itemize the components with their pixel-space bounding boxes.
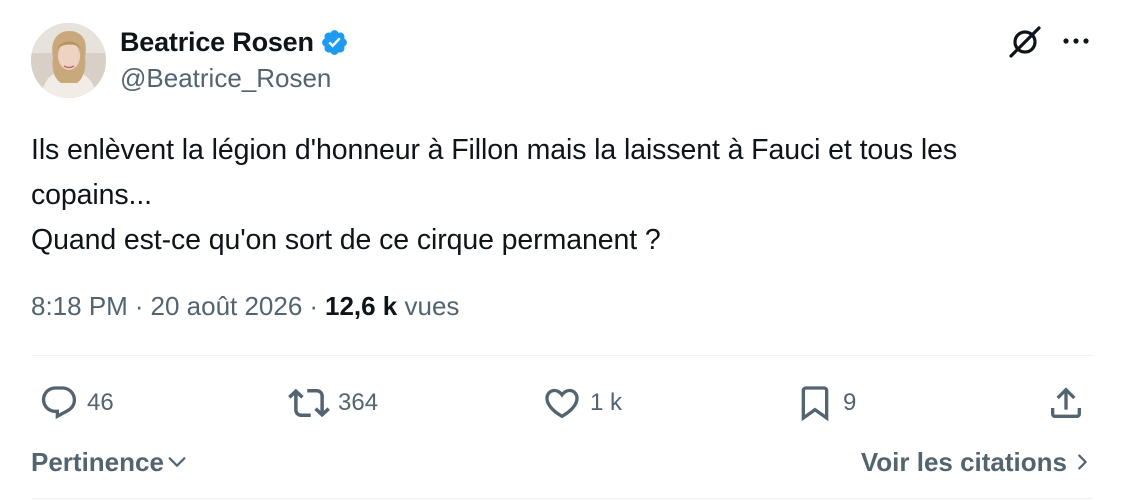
like-count: 1 k bbox=[590, 389, 623, 416]
action-bar: 46 364 1 k 9 bbox=[31, 380, 1093, 426]
verified-badge-icon[interactable] bbox=[320, 28, 349, 57]
reply-button[interactable]: 46 bbox=[39, 380, 114, 426]
sort-label: Pertinence bbox=[31, 447, 164, 477]
tweet-date[interactable]: 20 août 2026 bbox=[151, 291, 303, 321]
avatar[interactable] bbox=[31, 23, 106, 98]
divider bbox=[31, 498, 1093, 499]
view-quotes-link[interactable]: Voir les citations bbox=[861, 444, 1093, 480]
reply-count: 46 bbox=[87, 389, 114, 416]
tweet-text-line: Ils enlèvent la légion d'honneur à Fillo… bbox=[31, 134, 957, 166]
bookmark-count: 9 bbox=[843, 389, 857, 416]
divider bbox=[31, 355, 1093, 356]
repost-button[interactable]: 364 bbox=[288, 380, 378, 426]
chevron-right-icon bbox=[1078, 454, 1087, 470]
tweet-text-line: Quand est-ce qu'on sort de ce cirque per… bbox=[31, 224, 661, 256]
like-button[interactable]: 1 k bbox=[542, 380, 622, 426]
tweet-meta: 8:18 PM · 20 août 2026 · 12,6 k vues bbox=[31, 288, 459, 324]
view-quotes-label: Voir les citations bbox=[860, 447, 1067, 477]
meta-separator: · bbox=[309, 291, 318, 321]
bookmark-button[interactable]: 9 bbox=[795, 380, 856, 426]
tweet-time[interactable]: 8:18 PM bbox=[31, 291, 128, 321]
author-display-name[interactable]: Beatrice Rosen bbox=[120, 24, 314, 60]
share-button[interactable] bbox=[1046, 380, 1086, 426]
heart-icon bbox=[545, 388, 579, 419]
repost-icon bbox=[288, 388, 330, 418]
replies-toolbar: Pertinence Voir les citations bbox=[31, 444, 1093, 480]
author-name-row: Beatrice Rosen bbox=[120, 24, 349, 60]
share-icon bbox=[1051, 387, 1081, 418]
meta-separator: · bbox=[134, 291, 144, 321]
grok-icon[interactable] bbox=[1007, 24, 1043, 60]
views-label: vues bbox=[404, 291, 460, 321]
tweet-text: Ils enlèvent la légion d'honneur à Fillo… bbox=[31, 128, 1101, 263]
author-handle[interactable]: @Beatrice_Rosen bbox=[120, 61, 331, 95]
bookmark-icon bbox=[801, 386, 829, 422]
profile-photo bbox=[31, 23, 106, 98]
more-options-icon[interactable] bbox=[1058, 26, 1094, 56]
sort-dropdown[interactable]: Pertinence bbox=[31, 444, 188, 480]
reply-icon bbox=[41, 386, 77, 420]
tweet-text-line: copains... bbox=[31, 179, 152, 211]
repost-count: 364 bbox=[338, 389, 379, 416]
views-count: 12,6 k bbox=[324, 291, 398, 321]
chevron-down-icon bbox=[168, 457, 186, 467]
